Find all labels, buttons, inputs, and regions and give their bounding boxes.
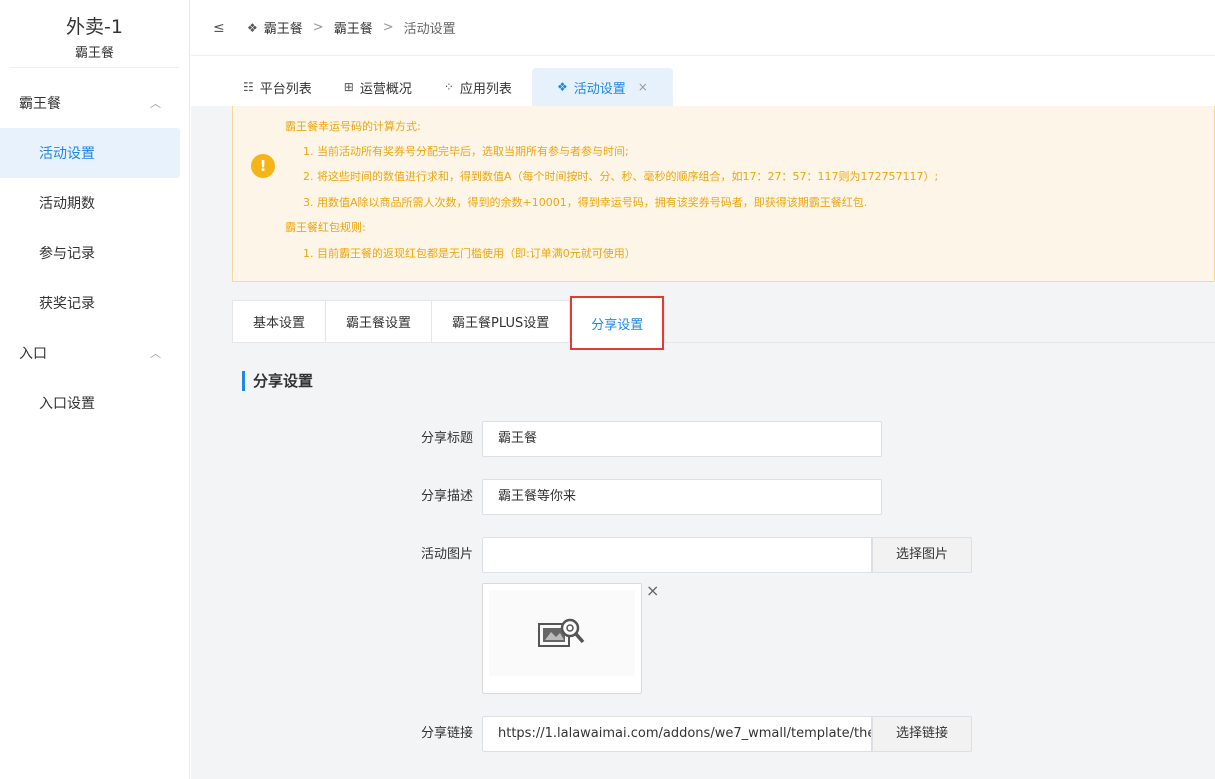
share-link-label: 分享链接	[420, 726, 473, 741]
main-content: ! 霸王餐幸运号码的计算方式: 1. 当前活动所有奖券号分配完毕后，选取当期所有…	[191, 106, 1215, 779]
image-placeholder	[489, 590, 635, 676]
tab-operations-overview[interactable]: ⊞ 运营概况	[332, 68, 424, 106]
notice-line: 1. 当前活动所有奖券号分配完毕后，选取当期所有参与者参与时间;	[303, 145, 629, 158]
sidebar-item-entry-settings[interactable]: 入口设置	[0, 378, 189, 428]
remove-image-icon[interactable]: ×	[646, 581, 659, 600]
sidebar-group-label: 霸王餐	[19, 96, 61, 112]
section-title: 分享设置	[242, 371, 313, 391]
notice-line: 3. 用数值A除以商品所需人次数，得到的余数+10001，得到幸运号码，拥有该奖…	[303, 196, 868, 209]
page-tabs: ☷ 平台列表 ⊞ 运营概况 ⁘ 应用列表 ❖ 活动设置 ×	[191, 56, 1215, 106]
chevron-up-icon: ︿	[150, 97, 161, 110]
collapse-menu-icon[interactable]: ≤	[213, 20, 233, 36]
breadcrumb-current: 活动设置	[403, 22, 456, 37]
share-desc-input[interactable]: 霸王餐等你来	[482, 479, 882, 515]
tab-basic-settings[interactable]: 基本设置	[233, 301, 327, 342]
breadcrumb-separator: >	[312, 20, 324, 35]
notice-line: 霸王餐幸运号码的计算方式:	[285, 120, 421, 133]
tab-label: 平台列表	[259, 81, 312, 97]
tab-label: 活动设置	[573, 81, 626, 97]
breadcrumb-item[interactable]: 霸王餐	[334, 18, 373, 37]
gear-icon: ❖	[247, 20, 258, 35]
grid-icon: ⊞	[343, 80, 354, 94]
activity-image-row: 活动图片 选择图片	[191, 537, 1215, 573]
sidebar-item-activity-settings[interactable]: 活动设置	[0, 128, 180, 178]
share-link-row: 分享链接 https://1.lalawaimai.com/addons/we7…	[191, 716, 1215, 752]
close-tab-icon[interactable]: ×	[638, 80, 648, 94]
activity-image-input[interactable]	[482, 537, 872, 573]
sidebar-item-activity-periods[interactable]: 活动期数	[0, 178, 189, 228]
share-title-label: 分享标题	[420, 431, 473, 446]
activity-image-label: 活动图片	[420, 547, 473, 562]
share-desc-label: 分享描述	[420, 489, 473, 504]
brand: 外卖-1 霸王餐	[10, 0, 179, 68]
breadcrumb-separator: >	[382, 20, 394, 35]
share-title-row: 分享标题 霸王餐	[191, 421, 1215, 457]
share-link-input[interactable]: https://1.lalawaimai.com/addons/we7_wmal…	[482, 716, 872, 752]
sidebar-item-award-records[interactable]: 获奖记录	[0, 278, 189, 328]
image-search-icon	[538, 618, 585, 647]
app-subtitle: 霸王餐	[74, 46, 114, 61]
warning-icon: !	[251, 154, 275, 178]
tab-activity-settings[interactable]: ❖ 活动设置 ×	[531, 68, 673, 106]
gear-icon: ❖	[556, 80, 568, 94]
sidebar: 外卖-1 霸王餐 霸王餐 ︿ 活动设置 活动期数 参与记录 获奖记录 入口 ︿ …	[0, 0, 190, 779]
tab-bawangcan-settings[interactable]: 霸王餐设置	[326, 301, 433, 342]
sidebar-group-label: 入口	[19, 346, 47, 362]
tab-app-list[interactable]: ⁘ 应用列表	[432, 68, 524, 106]
choose-image-button[interactable]: 选择图片	[872, 537, 972, 573]
tab-label: 应用列表	[459, 81, 512, 97]
share-desc-row: 分享描述 霸王餐等你来	[191, 479, 1215, 515]
notice-line: 1. 目前霸王餐的返现红包都是无门槛使用（即:订单满0元就可使用）	[303, 247, 636, 260]
tab-bawangcan-plus-settings[interactable]: 霸王餐PLUS设置	[432, 301, 571, 342]
header: ≤ ❖ 霸王餐 > 霸王餐 > 活动设置	[191, 0, 1215, 56]
share-title-input[interactable]: 霸王餐	[482, 421, 882, 457]
sidebar-item-participation-records[interactable]: 参与记录	[0, 228, 189, 278]
form-tabs: 基本设置 霸王餐设置 霸王餐PLUS设置 分享设置	[232, 296, 666, 350]
choose-link-button[interactable]: 选择链接	[872, 716, 972, 752]
tab-label: 运营概况	[359, 81, 412, 97]
chevron-up-icon: ︿	[150, 347, 161, 360]
list-icon: ☷	[243, 80, 254, 94]
tab-platform-list[interactable]: ☷ 平台列表	[231, 68, 324, 106]
notice-line: 2. 将这些时间的数值进行求和，得到数值A（每个时间按时、分、秒、毫秒的顺序组合…	[303, 170, 939, 183]
sidebar-group-entry[interactable]: 入口 ︿	[0, 328, 189, 378]
breadcrumb-item[interactable]: 霸王餐	[264, 18, 303, 37]
breadcrumb: ❖ 霸王餐 > 霸王餐 > 活动设置	[247, 18, 456, 37]
app-title: 外卖-1	[66, 16, 123, 38]
sidebar-group-bawangcan[interactable]: 霸王餐 ︿	[0, 78, 189, 128]
image-thumbnail[interactable]	[482, 583, 642, 694]
tab-share-settings[interactable]: 分享设置	[570, 296, 665, 350]
apps-icon: ⁘	[443, 80, 454, 94]
notice-box: ! 霸王餐幸运号码的计算方式: 1. 当前活动所有奖券号分配完毕后，选取当期所有…	[232, 106, 1215, 282]
notice-line: 霸王餐红包规则:	[285, 221, 366, 234]
